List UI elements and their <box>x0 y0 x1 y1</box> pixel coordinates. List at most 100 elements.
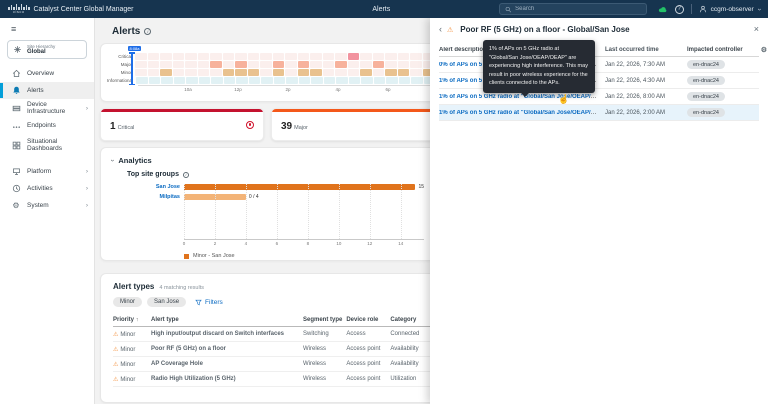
timeline-cell[interactable] <box>322 69 334 76</box>
timeline-cell[interactable] <box>335 53 347 60</box>
info-icon[interactable]: i <box>182 171 189 178</box>
timeline-cell[interactable] <box>160 53 172 60</box>
timeline-cell[interactable] <box>235 69 247 76</box>
timeline-cell[interactable] <box>322 61 334 68</box>
alert-description-link[interactable]: 1% of APs on 5 GHz radio at "Global/San … <box>439 110 605 116</box>
controller-badge[interactable]: en-dnac24 <box>687 60 725 69</box>
timeline-cell[interactable] <box>173 77 186 84</box>
timeline-cell[interactable] <box>347 69 359 76</box>
timeline-cell[interactable] <box>336 77 348 84</box>
timeline-cell[interactable] <box>135 69 147 76</box>
timeline-cell[interactable] <box>360 61 372 68</box>
timeline-cell[interactable] <box>397 69 409 76</box>
timeline-cell[interactable] <box>148 77 161 84</box>
site-hierarchy-selector[interactable]: Site Hierarchy Global <box>7 40 87 59</box>
timeline-cell[interactable] <box>222 53 234 60</box>
timeline-cell[interactable] <box>323 77 336 84</box>
sidebar-item-situational-dashboards[interactable]: Situational Dashboards <box>0 134 94 156</box>
column-last-occurred-time[interactable]: Last occurred time <box>605 47 687 53</box>
timeline-cell[interactable] <box>223 77 236 84</box>
timeline-cell[interactable] <box>198 77 211 84</box>
bar-row-milpitas[interactable]: Milpitas 0 / 4 <box>160 194 424 200</box>
info-icon[interactable]: i <box>144 28 152 35</box>
timeline-cell[interactable] <box>197 53 209 60</box>
timeline-cell[interactable] <box>360 53 372 60</box>
timeline-cell[interactable] <box>160 61 172 68</box>
timeline-cell[interactable] <box>210 61 222 68</box>
alert-type-link[interactable]: AP Coverage Hole <box>151 356 303 372</box>
timeline-cell[interactable] <box>235 53 247 60</box>
alert-type-link[interactable]: High input/output discard on Switch inte… <box>151 326 303 342</box>
timeline-cell[interactable] <box>172 61 184 68</box>
help-icon[interactable]: ? <box>674 4 684 14</box>
timeline-cell[interactable] <box>311 77 323 84</box>
sidebar-item-device-infrastructure[interactable]: Device Infrastructure › <box>0 99 94 117</box>
timeline-cell[interactable] <box>172 53 184 60</box>
timeline-cell[interactable] <box>397 61 409 68</box>
timeline-cell[interactable] <box>261 77 273 84</box>
timeline-cell[interactable] <box>222 61 234 68</box>
timeline-cell[interactable] <box>185 61 197 68</box>
timeline-cell[interactable] <box>410 53 422 60</box>
timeline-cell[interactable] <box>186 77 198 84</box>
bar-row-san-jose[interactable]: San Jose 15 <box>156 184 424 190</box>
timeline-cell[interactable] <box>286 77 298 84</box>
hamburger-menu-icon[interactable]: ≡ <box>0 18 94 38</box>
timeline-cell[interactable] <box>247 69 259 76</box>
close-icon[interactable]: × <box>754 25 759 34</box>
sidebar-item-system[interactable]: ⚙ System › <box>0 197 94 214</box>
timeline-cell[interactable] <box>210 69 222 76</box>
sidebar-item-alerts[interactable]: Alerts <box>0 82 94 99</box>
column-segment-type[interactable]: Segment type <box>303 314 347 327</box>
timeline-cell[interactable] <box>222 69 234 76</box>
filter-chip-minor[interactable]: Minor <box>113 297 143 307</box>
timeline-cell[interactable] <box>335 69 347 76</box>
timeline-cell[interactable] <box>135 61 147 68</box>
timeline-time-marker[interactable] <box>129 52 135 85</box>
user-menu[interactable]: ccgm-observer › <box>699 5 762 13</box>
timeline-cell[interactable] <box>147 69 159 76</box>
timeline-cell[interactable] <box>272 53 284 60</box>
bar-category-label[interactable]: San Jose <box>120 184 180 190</box>
timeline-cell[interactable] <box>410 61 422 68</box>
timeline-cell[interactable] <box>185 53 197 60</box>
timeline-cell[interactable] <box>386 77 398 84</box>
timeline-cell[interactable] <box>347 61 359 68</box>
timeline-cell[interactable] <box>398 77 411 84</box>
alert-type-link[interactable]: Radio High Utilization (5 GHz) <box>151 371 303 387</box>
timeline-cell[interactable] <box>147 61 159 68</box>
timeline-cell[interactable] <box>260 61 272 68</box>
timeline-cell[interactable] <box>272 61 284 68</box>
sidebar-item-overview[interactable]: Overview <box>0 65 94 82</box>
timeline-cell[interactable] <box>372 53 384 60</box>
timeline-cell[interactable] <box>285 61 297 68</box>
filter-chip-san-jose[interactable]: San Jose <box>147 297 187 307</box>
timeline-cell[interactable] <box>322 53 334 60</box>
timeline-cell[interactable] <box>247 53 259 60</box>
timeline-cell[interactable] <box>373 77 386 84</box>
timeline-cell[interactable] <box>185 69 197 76</box>
timeline-cell[interactable] <box>260 69 272 76</box>
timeline-cell[interactable] <box>161 77 173 84</box>
controller-badge[interactable]: en-dnac24 <box>687 92 725 101</box>
timeline-cell[interactable] <box>197 69 209 76</box>
bar-category-label[interactable]: Milpitas <box>120 194 180 200</box>
timeline-cell[interactable] <box>310 53 322 60</box>
timeline-cell[interactable] <box>247 61 259 68</box>
cloud-status-icon[interactable] <box>657 5 668 14</box>
timeline-cell[interactable] <box>410 69 422 76</box>
timeline-cell[interactable] <box>411 77 423 84</box>
timeline-cell[interactable] <box>273 77 286 84</box>
critical-summary-card[interactable]: 1 Critical <box>100 108 264 141</box>
alert-type-link[interactable]: Poor RF (5 GHz) on a floor <box>151 341 303 357</box>
timeline-cell[interactable] <box>372 61 384 68</box>
timeline-cell[interactable] <box>385 69 397 76</box>
controller-badge[interactable]: en-dnac24 <box>687 108 725 117</box>
column-category[interactable]: Category <box>390 314 435 327</box>
filters-button[interactable]: Filters <box>195 299 223 306</box>
timeline-cell[interactable] <box>385 61 397 68</box>
timeline-cell[interactable] <box>160 69 172 76</box>
timeline-cell[interactable] <box>297 61 309 68</box>
timeline-cell[interactable] <box>235 61 247 68</box>
table-settings-gear-icon[interactable]: ⚙ <box>753 46 767 54</box>
